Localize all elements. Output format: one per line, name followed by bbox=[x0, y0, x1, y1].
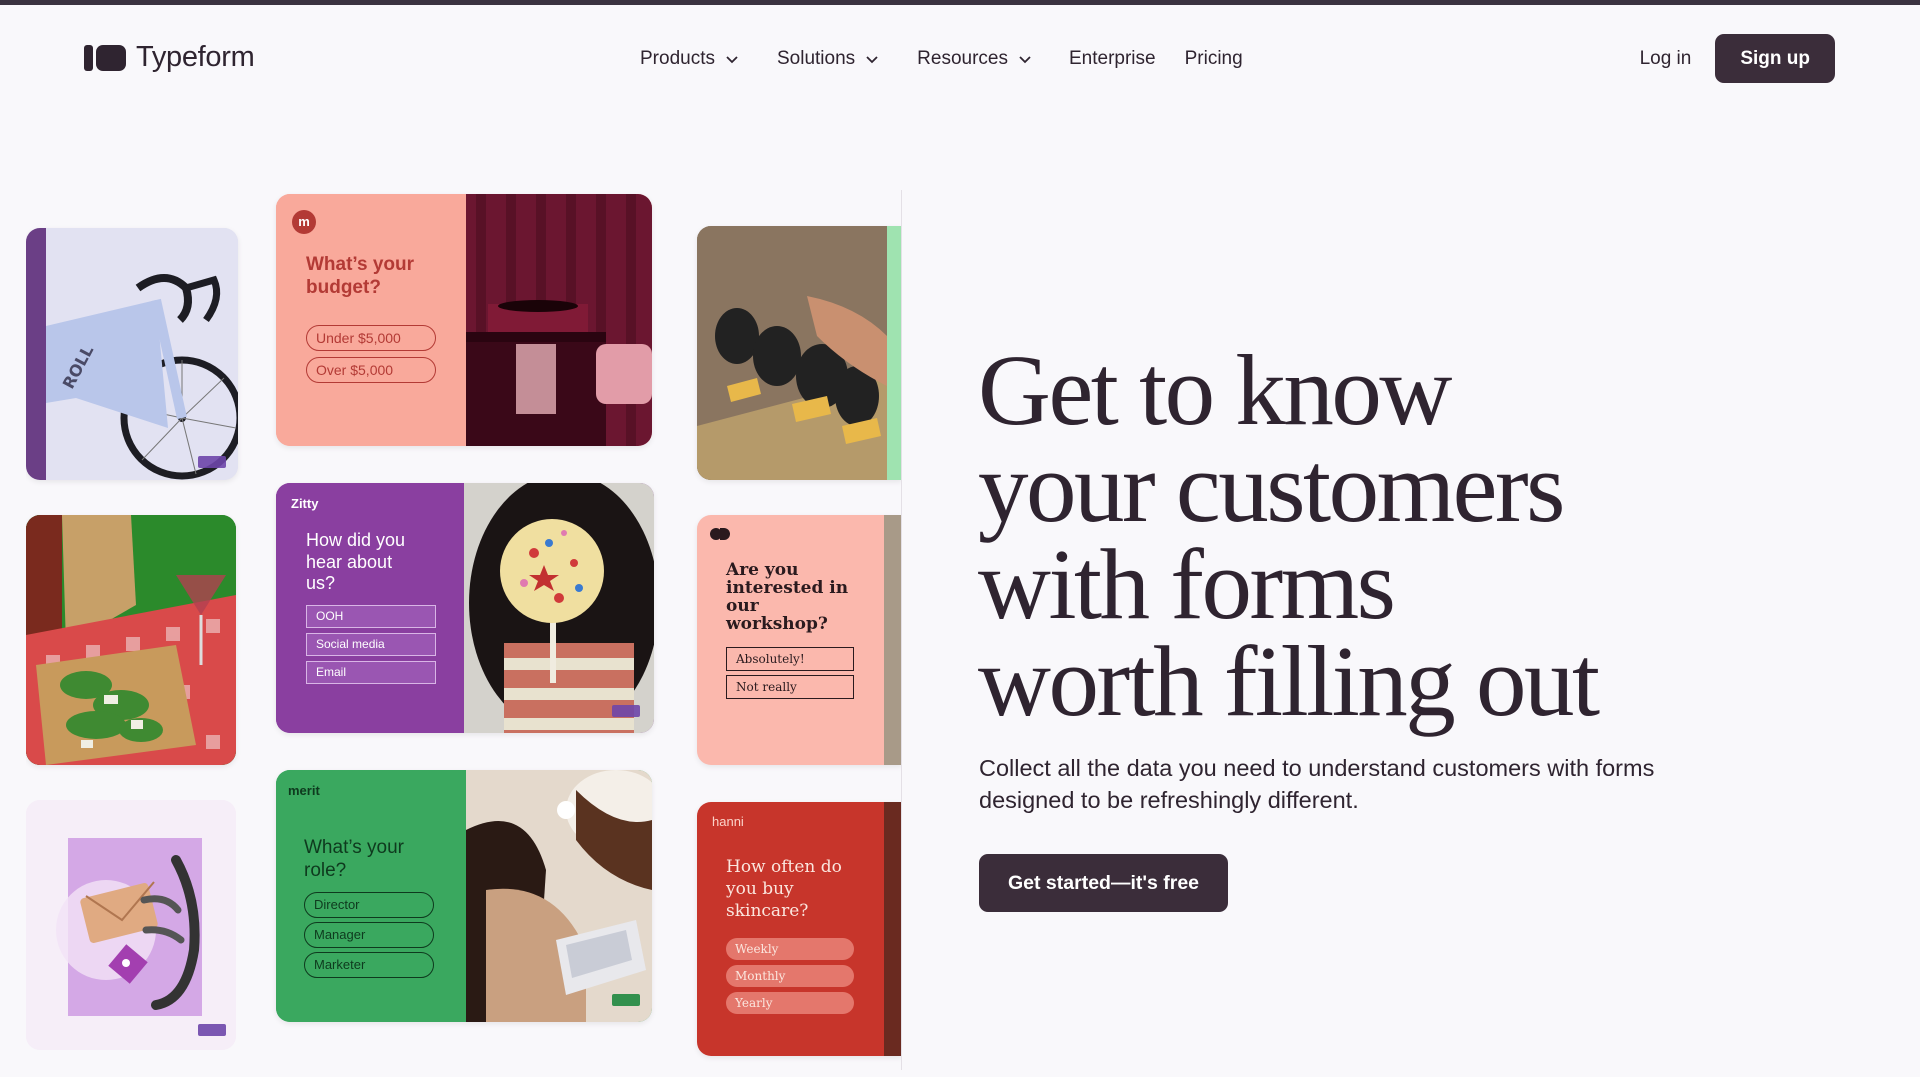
lollipop-image bbox=[464, 483, 654, 733]
nav-item-pricing[interactable]: Pricing bbox=[1185, 48, 1243, 70]
bike-image: ROLL bbox=[46, 228, 238, 480]
budget-card: m What’s your budget? Under $5,000 Over … bbox=[276, 194, 652, 446]
dumbbells-image bbox=[697, 226, 902, 480]
form-examples-gallery: ROLL m What’s your budget? Under $5,000 … bbox=[26, 190, 902, 1070]
bike-card: ROLL bbox=[26, 228, 238, 480]
hanni-image-edge bbox=[884, 802, 902, 1056]
bike-card-sidebar bbox=[26, 228, 46, 480]
budget-option-over[interactable]: Over $5,000 bbox=[306, 357, 436, 383]
workshop-card: Are you interested in our workshop? Abso… bbox=[697, 515, 902, 765]
merit-option-manager[interactable]: Manager bbox=[304, 922, 434, 948]
headline-line: Get to know bbox=[978, 334, 1452, 446]
headline-line: worth filling out bbox=[978, 625, 1600, 737]
top-navigation: Typeform Products Solutions Resources En… bbox=[0, 5, 1920, 111]
hanni-option-yearly[interactable]: Yearly bbox=[726, 992, 854, 1014]
dumbbells-card bbox=[697, 226, 902, 480]
nav-item-label: Enterprise bbox=[1068, 48, 1156, 69]
zitty-card: Zitty How did you hear about us? OOH Soc… bbox=[276, 483, 654, 733]
merit-question-pane: merit What’s your role? Director Manager… bbox=[276, 770, 466, 1022]
brand-logo-icon bbox=[710, 528, 732, 540]
typeform-logo[interactable]: Typeform bbox=[84, 41, 255, 74]
brand-name: hanni bbox=[712, 814, 744, 829]
nav-item-label: Resources bbox=[917, 48, 1008, 69]
navigation-arrows[interactable] bbox=[198, 456, 226, 468]
workshop-question: Are you interested in our workshop? bbox=[726, 560, 849, 634]
navigation-arrows[interactable] bbox=[198, 1024, 226, 1036]
turntable-image bbox=[466, 194, 652, 446]
nav-item-enterprise[interactable]: Enterprise bbox=[1069, 48, 1156, 70]
nav-item-solutions[interactable]: Solutions bbox=[777, 48, 879, 70]
navigation-arrows[interactable] bbox=[612, 705, 640, 717]
hero-section: Get to know your customers with forms wo… bbox=[978, 334, 1738, 912]
budget-question: What’s your budget? bbox=[306, 254, 415, 298]
workshop-option-yes[interactable]: Absolutely! bbox=[726, 647, 854, 671]
salad-card bbox=[26, 515, 236, 765]
hanni-card: hanni How often do you buy skincare? Wee… bbox=[697, 802, 902, 1056]
brand-logo-icon: m bbox=[292, 210, 316, 234]
brand-name: merit bbox=[288, 783, 320, 798]
merit-question: What’s your role? bbox=[304, 837, 404, 881]
brand-name: Zitty bbox=[291, 496, 319, 511]
nav-item-products[interactable]: Products bbox=[640, 48, 739, 70]
hero-subtitle: Collect all the data you need to underst… bbox=[979, 755, 1655, 813]
gallery-divider bbox=[901, 190, 902, 1070]
laptop-people-image bbox=[466, 770, 652, 1022]
hero-headline: Get to know your customers with forms wo… bbox=[978, 334, 1738, 737]
headline-line: with forms bbox=[978, 528, 1396, 640]
budget-option-under[interactable]: Under $5,000 bbox=[306, 325, 436, 351]
merit-option-marketer[interactable]: Marketer bbox=[304, 952, 434, 978]
hanni-option-weekly[interactable]: Weekly bbox=[726, 938, 854, 960]
workshop-image-edge bbox=[884, 515, 902, 765]
salad-image bbox=[26, 515, 236, 765]
chevron-down-icon bbox=[726, 56, 738, 64]
hanni-question: How often do you buy skincare? bbox=[726, 857, 842, 921]
zitty-question-pane: Zitty How did you hear about us? OOH Soc… bbox=[276, 483, 464, 733]
workshop-option-no[interactable]: Not really bbox=[726, 675, 854, 699]
envelope-card bbox=[26, 800, 236, 1050]
zitty-option-email[interactable]: Email bbox=[306, 661, 436, 684]
zitty-option-ooh[interactable]: OOH bbox=[306, 605, 436, 628]
zitty-question: How did you hear about us? bbox=[306, 530, 406, 594]
budget-question-pane: m What’s your budget? Under $5,000 Over … bbox=[276, 194, 466, 446]
nav-item-resources[interactable]: Resources bbox=[917, 48, 1032, 70]
chevron-down-icon bbox=[1019, 56, 1031, 64]
nav-item-label: Pricing bbox=[1184, 48, 1243, 69]
zitty-option-social[interactable]: Social media bbox=[306, 633, 436, 656]
main-menu: Products Solutions Resources Enterprise … bbox=[640, 48, 1274, 70]
navigation-arrows[interactable] bbox=[612, 994, 640, 1006]
account-actions: Log in Sign up bbox=[1640, 34, 1835, 83]
nav-item-label: Solutions bbox=[776, 48, 856, 69]
logo-text: Typeform bbox=[136, 41, 255, 73]
signup-button[interactable]: Sign up bbox=[1715, 34, 1835, 83]
hand-envelope-image bbox=[26, 800, 236, 1050]
headline-line: your customers bbox=[978, 431, 1565, 543]
typeform-logo-icon bbox=[84, 44, 126, 71]
hanni-option-monthly[interactable]: Monthly bbox=[726, 965, 854, 987]
merit-card: merit What’s your role? Director Manager… bbox=[276, 770, 652, 1022]
login-link[interactable]: Log in bbox=[1640, 48, 1692, 70]
nav-item-label: Products bbox=[640, 48, 715, 69]
chevron-down-icon bbox=[866, 56, 878, 64]
get-started-button[interactable]: Get started—it's free bbox=[979, 854, 1229, 912]
merit-option-director[interactable]: Director bbox=[304, 892, 434, 918]
